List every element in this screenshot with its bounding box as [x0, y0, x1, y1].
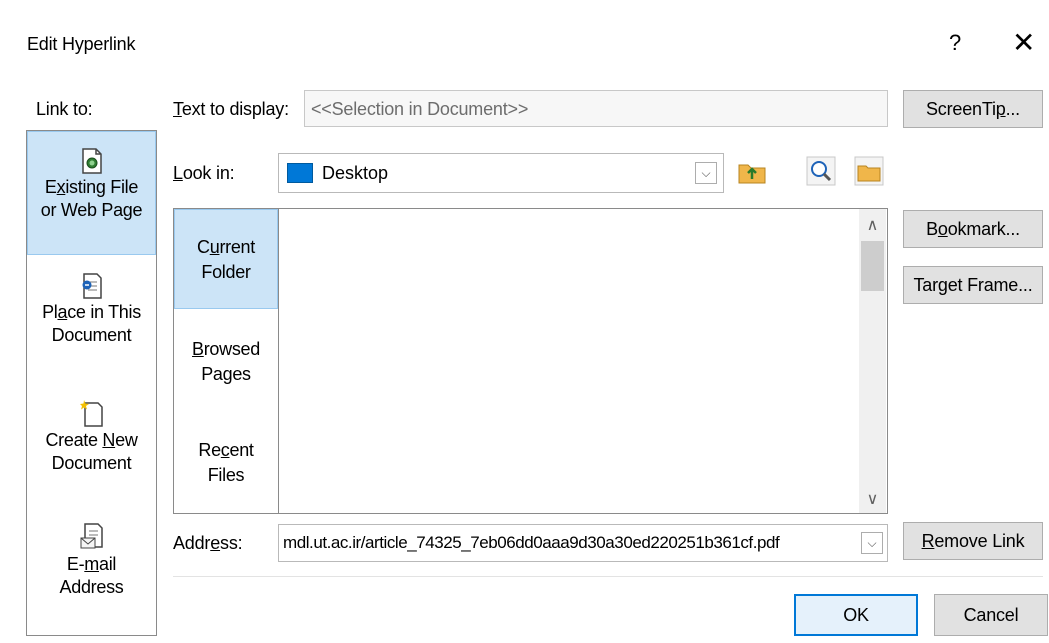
place-in-document-icon [82, 273, 102, 299]
location-tabs: Current Folder Browsed Pages Recent Files [173, 208, 279, 514]
dialog-title: Edit Hyperlink [27, 34, 136, 54]
link-email-address[interactable]: E-mail Address [27, 523, 156, 599]
link-to-label: Link to: [36, 99, 93, 119]
target-frame-button[interactable]: Tar g et Frame... [903, 266, 1043, 304]
cancel-button[interactable]: Cancel [934, 594, 1048, 636]
look-in-label: Look in: [173, 163, 235, 183]
screentip-button[interactable]: ScreenTi p... [903, 90, 1043, 128]
address-label: Address: [173, 533, 243, 553]
new-document-icon [79, 400, 103, 427]
remove-link-button[interactable]: Remove Link [903, 522, 1043, 560]
document-globe-icon [81, 148, 102, 174]
file-list[interactable] [278, 208, 888, 514]
footer-divider [173, 576, 1043, 577]
title-bar: Edit Hyperlink ? ✕ [0, 0, 1049, 78]
edit-hyperlink-dialog: Edit Hyperlink ? ✕ Link to: Existing Fil… [0, 0, 1049, 643]
tab-current-folder[interactable]: Current Folder [174, 209, 278, 309]
text-to-display-input[interactable]: <<Selection in Document>> [304, 90, 888, 127]
tab-recent-files[interactable]: Recent Files [174, 438, 278, 488]
address-input[interactable]: mdl.ut.ac.ir/article_74325_7eb06dd0aaa9d… [278, 524, 888, 562]
scroll-down-icon[interactable]: ∨ [859, 489, 886, 509]
address-dropdown-icon[interactable]: ⌵ [861, 532, 883, 554]
file-list-scrollbar[interactable]: ∧ ∨ [859, 209, 886, 513]
chevron-down-icon[interactable]: ⌵ [695, 162, 717, 184]
look-in-dropdown[interactable]: Desktop ⌵ [278, 153, 724, 193]
link-to-panel: Existing File or Web Page Place in This … [26, 130, 157, 636]
help-button[interactable]: ? [949, 30, 961, 56]
scrollbar-thumb[interactable] [861, 241, 884, 291]
browse-web-icon[interactable] [806, 156, 836, 186]
bookmark-button[interactable]: Bo okmark... [903, 210, 1043, 248]
text-to-display-label: Text to display: [173, 99, 289, 119]
up-folder-icon[interactable] [737, 156, 767, 186]
link-item-line2: or Web Page [40, 200, 143, 220]
scroll-up-icon[interactable]: ∧ [859, 215, 886, 235]
browse-file-icon[interactable] [854, 156, 884, 186]
link-create-new-document[interactable]: Create New Document [27, 399, 156, 475]
desktop-icon [287, 163, 313, 183]
link-place-in-this-document[interactable]: Place in This Document [27, 273, 156, 347]
email-document-icon [80, 523, 103, 549]
link-existing-file-or-web-page[interactable]: Existing File or Web Page [27, 131, 156, 255]
tab-browsed-pages[interactable]: Browsed Pages [174, 337, 278, 387]
ok-button[interactable]: OK [794, 594, 918, 636]
close-button[interactable]: ✕ [1012, 26, 1035, 59]
